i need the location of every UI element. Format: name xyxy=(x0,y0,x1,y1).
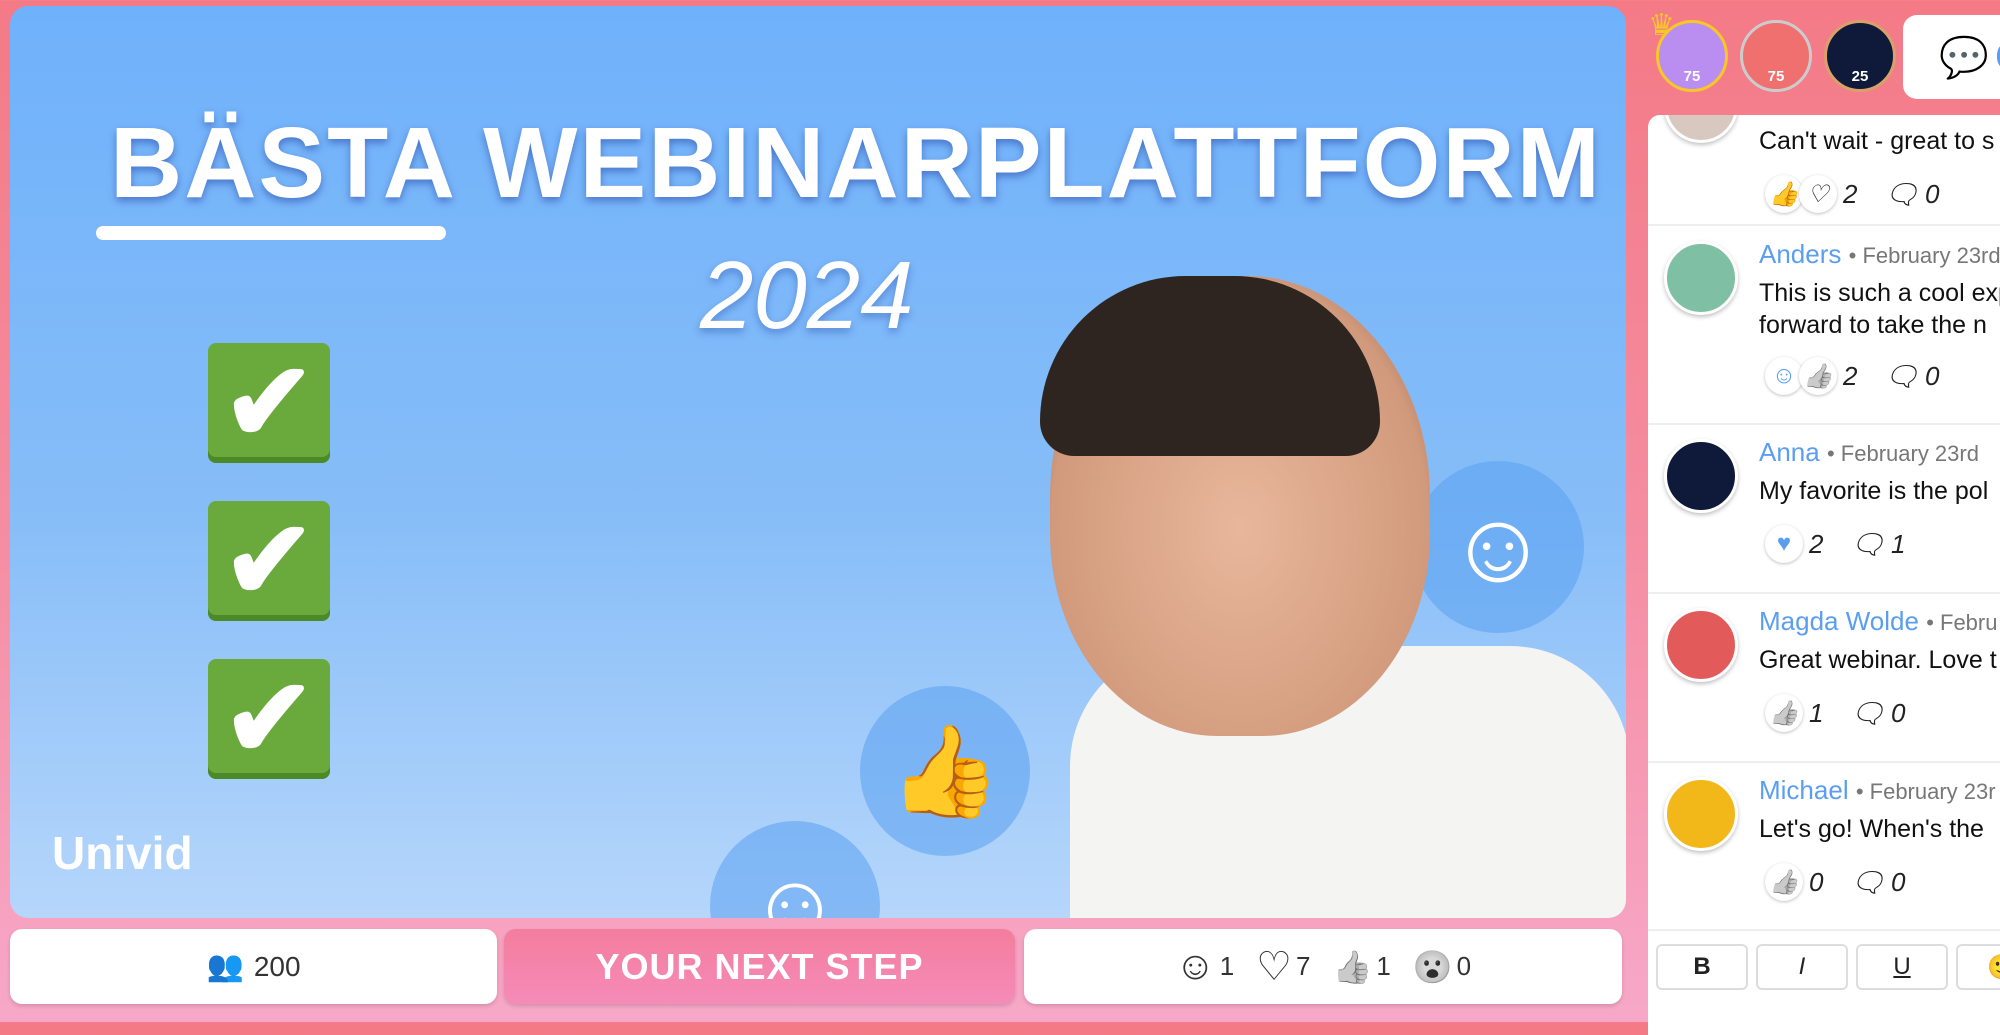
comment-date: • Febru xyxy=(1926,610,1998,635)
list-item: Can't wait - great to s 👍 ♡ 2 🗨 0 xyxy=(1648,115,2000,226)
reaction-count: 2 xyxy=(1809,528,1824,559)
wink-bubble-icon: ☺ xyxy=(710,821,880,918)
bold-button[interactable]: B xyxy=(1656,944,1748,990)
top-participants: 75 75 25 xyxy=(1656,20,1896,92)
comment-line: This is such a cool exp xyxy=(1759,279,2000,307)
reaction-count: 0 xyxy=(1809,866,1824,897)
reply-icon[interactable]: 🗨 xyxy=(1849,528,1885,561)
comment-reactions: ♥ 2 🗨 1 xyxy=(1765,525,1905,563)
reply-icon[interactable]: 🗨 xyxy=(1883,360,1919,393)
reaction-smile[interactable]: ☺ 1 xyxy=(1175,944,1234,989)
avatar[interactable]: 25 xyxy=(1824,20,1896,92)
comment-date: • February 23rd xyxy=(1848,243,2000,268)
reply-icon[interactable]: 🗨 xyxy=(1883,178,1919,211)
avatar-score: 75 xyxy=(1683,68,1701,85)
thumbs-up-icon[interactable]: 👍 xyxy=(1799,357,1837,395)
avatar xyxy=(1664,608,1738,682)
checkmark-icon: ✔ xyxy=(208,501,330,621)
list-item: Magda Wolde • Febru Great webinar. Love … xyxy=(1648,594,2000,763)
reaction-surprised[interactable]: 😮 0 xyxy=(1413,948,1471,986)
chat-label: C xyxy=(1995,35,2000,80)
reply-count: 0 xyxy=(1925,360,1940,391)
surprised-icon: 😮 xyxy=(1412,948,1453,985)
reaction-count: 2 xyxy=(1843,178,1858,209)
smile-bubble-icon: ☺ xyxy=(1412,461,1584,633)
list-item: Anna • February 23rd My favorite is the … xyxy=(1648,425,2000,594)
comment-author[interactable]: Magda Wolde xyxy=(1759,606,1919,636)
comment-author[interactable]: Michael xyxy=(1759,775,1849,805)
comment-text: My favorite is the pol xyxy=(1759,477,1989,505)
avatar xyxy=(1664,439,1738,513)
comment-text: Great webinar. Love t xyxy=(1759,646,1997,674)
reaction-count: 1 xyxy=(1809,697,1824,728)
avatar-score: 25 xyxy=(1851,68,1869,85)
reply-icon[interactable]: 🗨 xyxy=(1849,866,1885,899)
comment-reactions: 👍 ♡ 2 🗨 0 xyxy=(1765,175,1939,213)
chat-button[interactable]: 💬C xyxy=(1903,15,2000,99)
smile-icon: ☺ xyxy=(1174,944,1216,988)
comment-author[interactable]: Anders xyxy=(1759,239,1841,269)
format-toolbar: B I U 🙂 xyxy=(1656,944,2000,990)
reply-count: 0 xyxy=(1891,866,1906,897)
thumbs-up-icon[interactable]: 👍 xyxy=(1765,175,1803,213)
avatar[interactable]: 75 xyxy=(1656,20,1728,92)
next-step-button[interactable]: YOUR NEXT STEP xyxy=(504,929,1015,1004)
list-item: Anders • February 23rd This is such a co… xyxy=(1648,227,2000,425)
comment-reactions: 👍 0 🗨 0 xyxy=(1765,863,1905,901)
reaction-count: 1 xyxy=(1376,951,1391,981)
checkmark-icon: ✔ xyxy=(208,343,330,463)
avatar xyxy=(1664,777,1738,851)
smile-icon[interactable]: ☺ xyxy=(1765,357,1803,395)
comment-text: Let's go! When's the xyxy=(1759,815,1984,843)
comment-date: • February 23r xyxy=(1855,779,1996,804)
comment-line: forward to take the n xyxy=(1759,311,1987,339)
checkmark-icon: ✔ xyxy=(208,659,330,779)
thumbs-up-bubble-icon: 👍 xyxy=(860,686,1030,856)
reply-count: 1 xyxy=(1891,528,1906,559)
comment-reactions: 👍 1 🗨 0 xyxy=(1765,694,1905,732)
reaction-thumbs-up[interactable]: 👍 1 xyxy=(1333,948,1391,986)
reaction-count: 7 xyxy=(1296,951,1311,981)
univid-logo: Univid xyxy=(52,827,193,879)
thumbs-up-icon[interactable]: 👍 xyxy=(1765,863,1803,901)
reply-count: 0 xyxy=(1925,178,1940,209)
reaction-count: 2 xyxy=(1843,360,1858,391)
thumbs-up-icon[interactable]: 👍 xyxy=(1765,694,1803,732)
attendees-button[interactable]: 👥 200 xyxy=(10,929,497,1004)
list-item: Michael • February 23r Let's go! When's … xyxy=(1648,763,2000,931)
reaction-heart[interactable]: ♡ 7 xyxy=(1256,944,1310,990)
attendees-count: 200 xyxy=(253,950,301,982)
reactions-bar: ☺ 1 ♡ 7 👍 1 😮 0 xyxy=(1024,929,1622,1004)
avatar xyxy=(1664,115,1738,143)
slide-title: BÄSTA WEBINARPLATTFORM xyxy=(110,107,1602,219)
heart-icon[interactable]: ♥ xyxy=(1765,525,1803,563)
emoji-button[interactable]: 🙂 xyxy=(1956,944,2000,990)
comment-text: Can't wait - great to s xyxy=(1759,127,1995,155)
title-underline xyxy=(96,226,446,240)
underline-button[interactable]: U xyxy=(1856,944,1948,990)
reply-icon[interactable]: 🗨 xyxy=(1849,697,1885,730)
reaction-count: 1 xyxy=(1219,951,1235,981)
italic-button[interactable]: I xyxy=(1756,944,1848,990)
comment-reactions: ☺ 👍 2 🗨 0 xyxy=(1765,357,1939,395)
avatar[interactable]: 75 xyxy=(1740,20,1812,92)
chat-bubble-icon: 💬 xyxy=(1939,35,1989,80)
heart-icon: ♡ xyxy=(1256,944,1293,989)
heart-icon[interactable]: ♡ xyxy=(1799,175,1837,213)
reaction-count: 0 xyxy=(1456,951,1472,981)
reply-count: 0 xyxy=(1891,697,1906,728)
slide-year: 2024 xyxy=(700,242,914,349)
thumbs-up-icon: 👍 xyxy=(1332,948,1373,985)
comment-text: This is such a cool exp forward to take t… xyxy=(1759,277,2000,341)
comment-date: • February 23rd xyxy=(1826,441,1979,466)
avatar-score: 75 xyxy=(1767,68,1785,85)
comments-panel: Can't wait - great to s 👍 ♡ 2 🗨 0 Anders • F… xyxy=(1648,115,2000,1035)
video-stage: BÄSTA WEBINARPLATTFORM 2024 ✔ ✔ ✔ ☺ 👍 ☺ … xyxy=(10,6,1626,918)
avatar xyxy=(1664,241,1738,315)
comment-author[interactable]: Anna xyxy=(1759,437,1820,467)
people-icon: 👥 xyxy=(206,950,244,983)
